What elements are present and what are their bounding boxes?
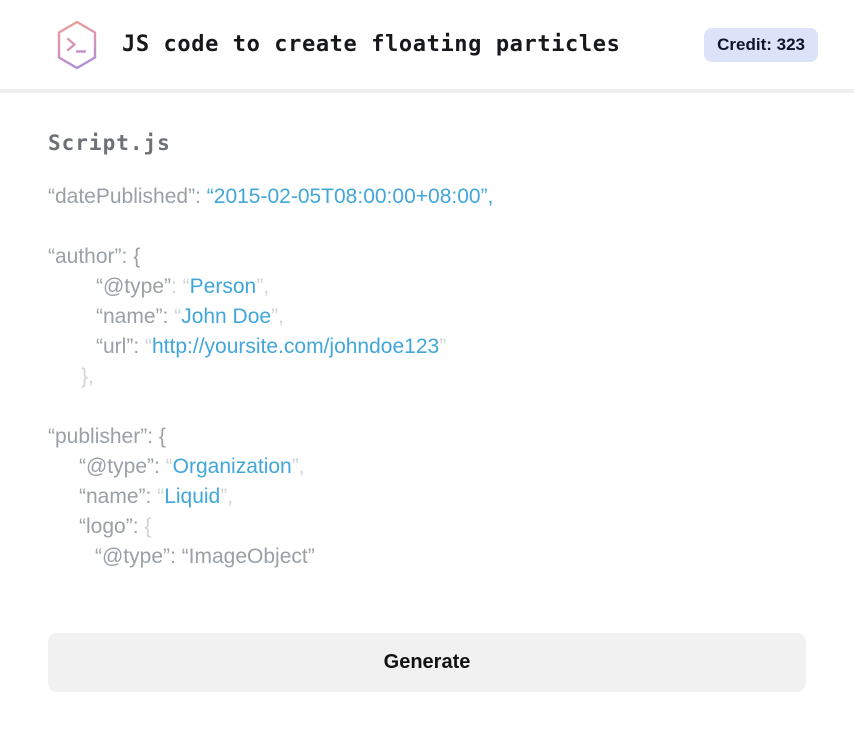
code-segment-val: Person — [189, 275, 257, 298]
code-segment-key: “author”: { — [48, 245, 141, 268]
code-segment-val: Liquid — [164, 485, 221, 508]
code-segment-key: “publisher”: { — [48, 425, 166, 448]
code-segment-val: John Doe — [181, 305, 272, 328]
code-segment-key: “@type”: “ImageObject” — [95, 545, 315, 568]
generate-button[interactable]: Generate — [48, 633, 806, 692]
app-window: JS code to create floating particles Cre… — [0, 0, 854, 692]
code-line: “@type”: “Organization”, — [48, 452, 806, 482]
code-segment-punct: “ — [145, 335, 152, 358]
code-line: “publisher”: { — [48, 422, 806, 452]
code-segment-key: “@type” — [96, 275, 171, 298]
code-line: “url”: “http://yoursite.com/johndoe123” — [48, 332, 806, 362]
code-line: “name”: “Liquid”, — [48, 482, 806, 512]
code-segment-key: “name”: — [96, 305, 175, 328]
code-segment-val: “2015-02-05T08:00:00+08:00”, — [206, 185, 494, 208]
credit-badge: Credit: 323 — [704, 27, 818, 62]
code-segment-punct: : “ — [171, 275, 190, 298]
code-segment-key: “datePublished”: — [48, 185, 207, 208]
code-segment-punct: ”, — [291, 455, 305, 478]
code-line: “datePublished”: “2015-02-05T08:00:00+08… — [48, 182, 806, 212]
code-segment-key: “@type”: — [79, 455, 166, 478]
code-segment-val: Organization — [172, 455, 292, 478]
code-segment-punct: }, — [81, 365, 94, 388]
code-line: “@type”: “Person”, — [48, 272, 806, 302]
code-segment-punct: “ — [165, 455, 173, 478]
script-filename: Script.js — [48, 131, 171, 155]
code-segment-punct: ” — [439, 335, 447, 358]
code-segment-key: “url”: — [96, 335, 145, 358]
code-segment-key: “name”: — [79, 485, 158, 508]
app-header: JS code to create floating particles Cre… — [0, 0, 854, 93]
code-line: }, — [48, 362, 806, 392]
code-segment-punct: { — [144, 515, 152, 538]
code-segment-punct: ”, — [271, 305, 284, 328]
code-line: “@type”: “ImageObject” — [48, 542, 806, 572]
code-segment-val: http://yoursite.com/johndoe123 — [152, 335, 440, 358]
code-line: “name”: “John Doe”, — [48, 302, 806, 332]
code-segment-punct: ”, — [256, 275, 270, 298]
code-block: “datePublished”: “2015-02-05T08:00:00+08… — [48, 182, 806, 572]
page-title: JS code to create floating particles — [122, 32, 621, 57]
code-line: “author”: { — [48, 242, 806, 272]
code-segment-punct: ”, — [220, 485, 234, 508]
code-line: “logo”: { — [48, 512, 806, 542]
content-area: Script.js “datePublished”: “2015-02-05T0… — [0, 131, 854, 692]
terminal-prompt-hexagon-icon — [55, 20, 99, 70]
code-segment-key: “logo”: — [79, 515, 145, 538]
